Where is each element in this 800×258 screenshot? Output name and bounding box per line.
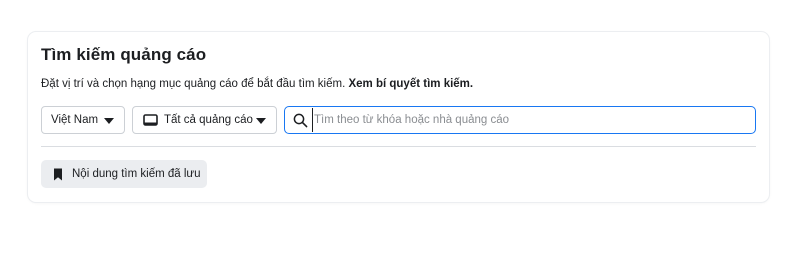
chevron-down-icon [256, 118, 266, 124]
ad-search-panel: Tìm kiếm quảng cáo Đặt vị trí và chọn hạ… [28, 32, 769, 202]
ad-category-dropdown-label: Tất cả quảng cáo [164, 114, 253, 126]
chevron-down-icon [104, 118, 114, 124]
search-instructions: Đặt vị trí và chọn hạng mục quảng cáo để… [41, 78, 473, 90]
instructions-text: Đặt vị trí và chọn hạng mục quảng cáo để… [41, 78, 346, 90]
ad-category-dropdown[interactable]: Tất cả quảng cáo [132, 106, 277, 134]
page-title: Tìm kiếm quảng cáo [41, 45, 207, 64]
saved-searches-label: Nội dung tìm kiếm đã lưu [72, 168, 201, 180]
bookmark-icon [54, 168, 62, 180]
search-controls: Việt Nam Tất cả quảng cáo [41, 106, 756, 134]
country-dropdown[interactable]: Việt Nam [41, 106, 125, 134]
search-tips-link[interactable]: Xem bí quyết tìm kiếm. [348, 78, 473, 90]
search-input[interactable] [312, 108, 742, 132]
country-dropdown-label: Việt Nam [51, 114, 99, 126]
search-icon [293, 113, 308, 127]
saved-searches-button[interactable]: Nội dung tìm kiếm đã lưu [41, 160, 207, 188]
tablet-icon [143, 113, 158, 126]
divider [41, 146, 756, 147]
search-box[interactable] [284, 106, 756, 134]
